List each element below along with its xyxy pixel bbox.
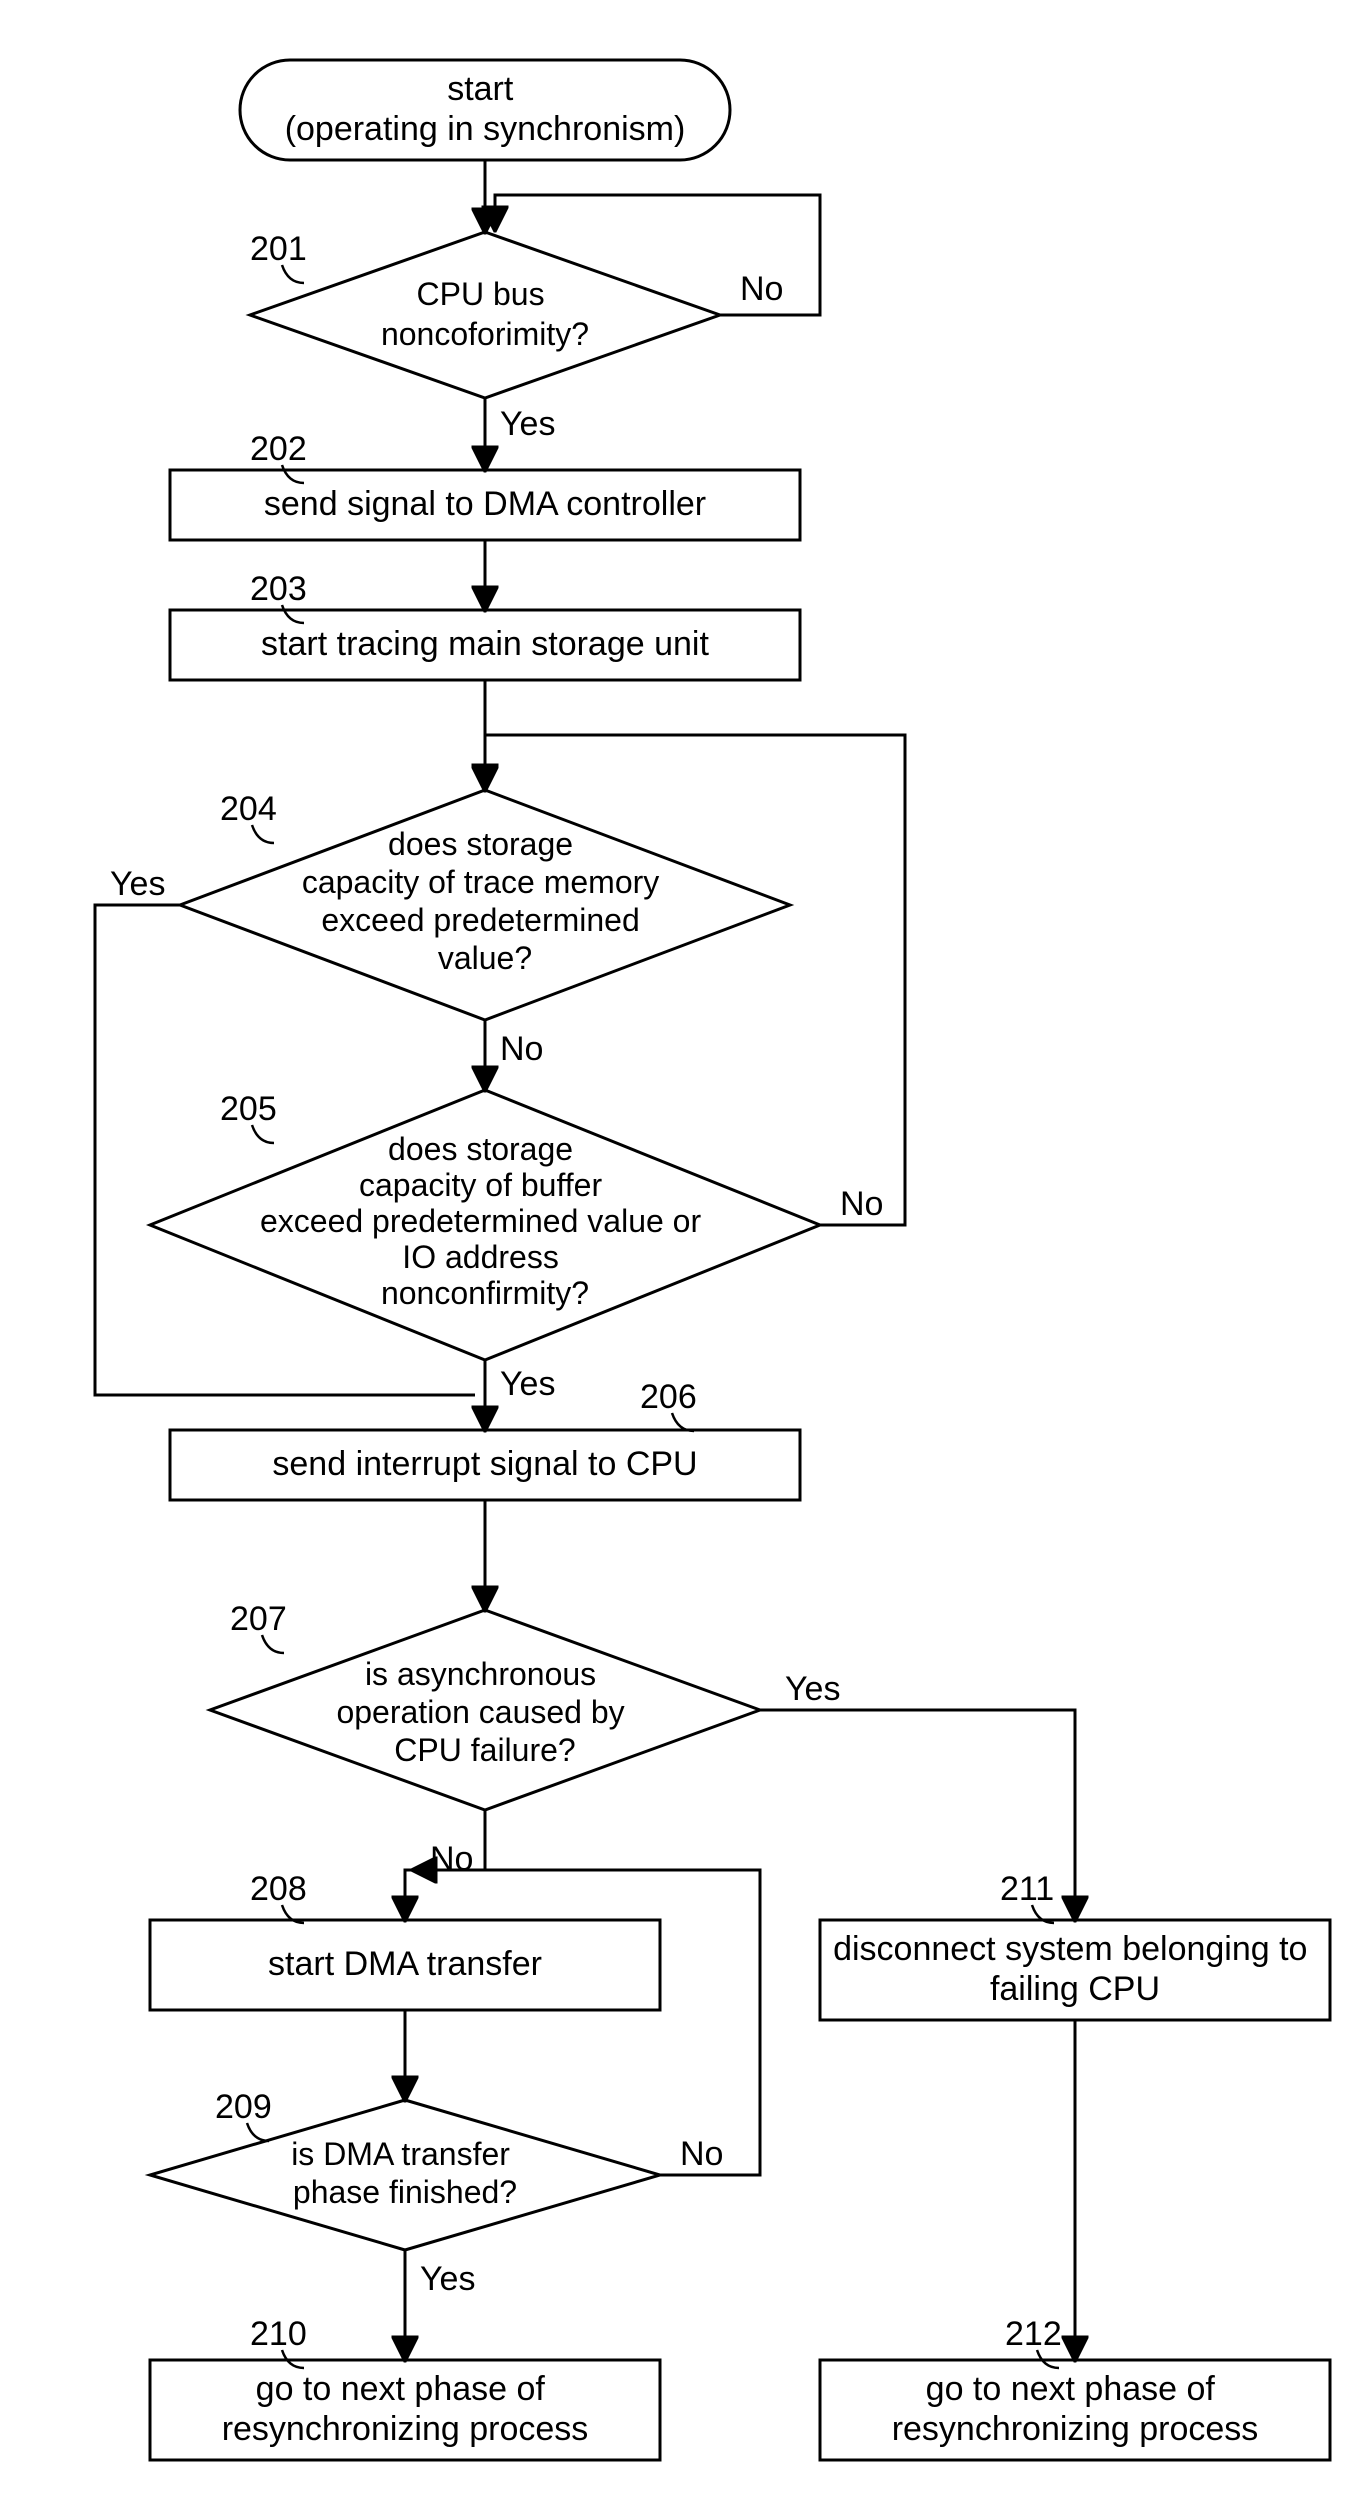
- ref-205: 205: [220, 1090, 277, 1128]
- node-p203: start tracing main storage unit: [170, 610, 800, 680]
- d209-no-label: No: [680, 2135, 723, 2173]
- svg-text:does storage capacity of: does storage capacity of trace memory ex…: [302, 826, 668, 976]
- ref-211: 211: [1000, 1870, 1054, 1908]
- svg-text:is asynchronous operatio: is asynchronous operation caused by CPU …: [336, 1656, 633, 1768]
- svg-text:start DMA transfer: start DMA transfer: [268, 1945, 542, 1983]
- node-start: start (operating in synchronism): [240, 60, 730, 160]
- ref-208: 208: [250, 1870, 307, 1908]
- svg-text:CPU bus noncoforimity?: CPU bus noncoforimity?: [381, 276, 589, 352]
- d204-yes-label: Yes: [110, 865, 165, 903]
- node-d207: is asynchronous operation caused by CPU …: [210, 1610, 760, 1810]
- svg-text:go to next phase of resy: go to next phase of resynchronizing proc…: [222, 2370, 589, 2448]
- svg-text:send signal to DMA controller: send signal to DMA controller: [264, 485, 706, 523]
- svg-text:send interrupt signal to CPU: send interrupt signal to CPU: [272, 1445, 697, 1483]
- svg-text:does storage capacity of: does storage capacity of buffer exceed p…: [260, 1131, 710, 1311]
- ref-207: 207: [230, 1600, 287, 1638]
- svg-text:start tracing main storage uni: start tracing main storage unit: [261, 625, 709, 663]
- d207-no-label: No: [430, 1840, 473, 1878]
- node-p211: disconnect system belonging to failing C…: [820, 1920, 1330, 2020]
- ref-206: 206: [640, 1378, 697, 1416]
- ref-209: 209: [215, 2088, 272, 2126]
- d209-yes-label: Yes: [420, 2260, 475, 2298]
- d205-yes-label: Yes: [500, 1365, 555, 1403]
- ref-212: 212: [1005, 2315, 1062, 2353]
- ref-204: 204: [220, 790, 277, 828]
- ref-203: 203: [250, 570, 307, 608]
- node-p210: go to next phase of resynchronizing proc…: [150, 2360, 660, 2460]
- node-p206: send interrupt signal to CPU: [170, 1430, 800, 1500]
- node-p208: start DMA transfer: [150, 1920, 660, 2010]
- start-line2: (operating in synchronism): [285, 110, 686, 148]
- svg-text:start (operating in sync: start (operating in synchronism): [285, 70, 686, 148]
- d207-yes-label: Yes: [785, 1670, 840, 1708]
- node-p202: send signal to DMA controller: [170, 470, 800, 540]
- d204-no-label: No: [500, 1030, 543, 1068]
- node-d201: CPU bus noncoforimity?: [250, 232, 720, 398]
- start-line1: start: [447, 70, 514, 108]
- svg-text:disconnect system belonging to: disconnect system belonging to failing C…: [833, 1930, 1317, 2008]
- svg-text:is DMA transfer phase fi: is DMA transfer phase finished?: [291, 2136, 519, 2210]
- node-d205: does storage capacity of buffer exceed p…: [150, 1090, 820, 1360]
- d201-no-label: No: [740, 270, 783, 308]
- ref-210: 210: [250, 2315, 307, 2353]
- d205-no-label: No: [840, 1185, 883, 1223]
- ref-202: 202: [250, 430, 307, 468]
- d201-yes-label: Yes: [500, 405, 555, 443]
- svg-text:go to next phase of resy: go to next phase of resynchronizing proc…: [892, 2370, 1259, 2448]
- node-p212: go to next phase of resynchronizing proc…: [820, 2360, 1330, 2460]
- flowchart-canvas: start (operating in synchronism) CPU bus…: [0, 0, 1345, 2514]
- ref-201: 201: [250, 230, 307, 268]
